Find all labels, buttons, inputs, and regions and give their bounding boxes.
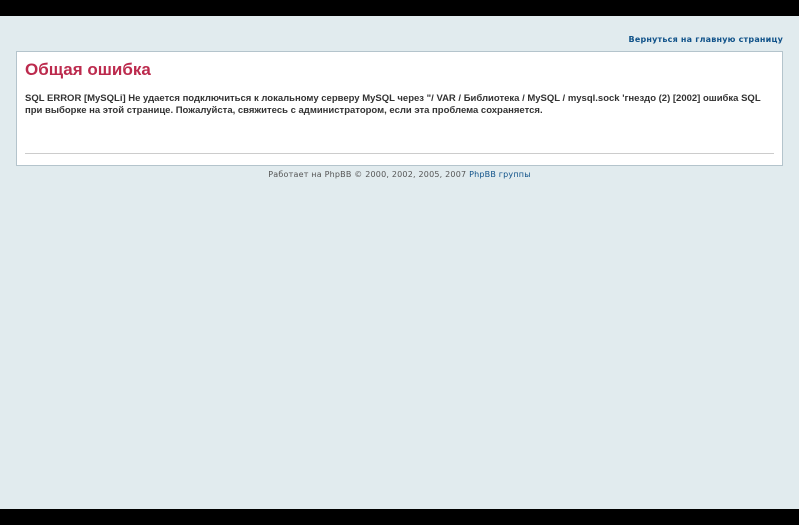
footer-copyright: Работает на PhpBB © 2000, 2002, 2005, 20… bbox=[0, 170, 799, 179]
footer-powered-text: Работает на PhpBB © 2000, 2002, 2005, 20… bbox=[268, 170, 467, 179]
top-letterbox-bar bbox=[0, 0, 799, 16]
error-title: Общая ошибка bbox=[25, 60, 151, 79]
phpbb-group-link[interactable]: PhpBB группы bbox=[469, 170, 531, 179]
panel-divider bbox=[25, 153, 774, 154]
bottom-letterbox-bar bbox=[0, 509, 799, 525]
back-to-index-link[interactable]: Вернуться на главную страницу bbox=[629, 35, 783, 44]
error-panel: Общая ошибка SQL ERROR [MySQLi] Не удает… bbox=[16, 51, 783, 166]
page-body: Вернуться на главную страницу Общая ошиб… bbox=[0, 16, 799, 509]
error-message: SQL ERROR [MySQLi] Не удается подключить… bbox=[25, 93, 761, 116]
